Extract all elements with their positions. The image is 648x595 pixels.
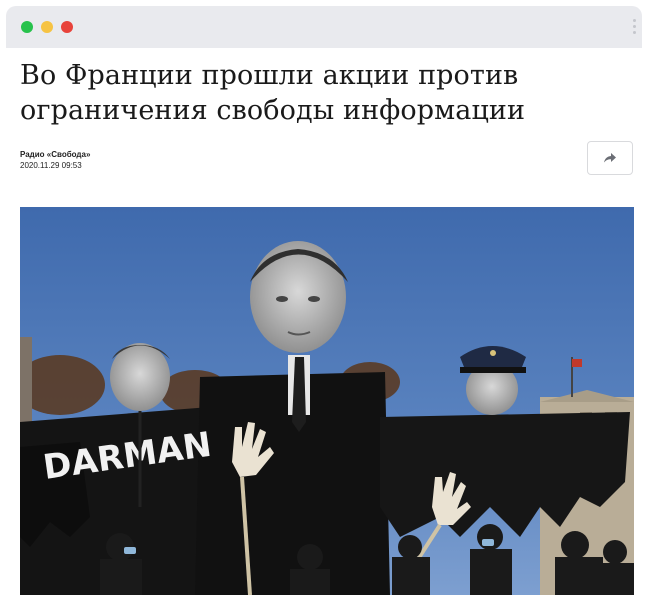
kebab-menu-icon[interactable] bbox=[630, 16, 638, 40]
share-arrow-icon bbox=[604, 153, 616, 163]
article-title: Во Франции прошли акции против ограничен… bbox=[20, 60, 526, 126]
article-photo: DARMAN bbox=[20, 207, 634, 595]
minimize-button[interactable] bbox=[41, 21, 53, 33]
browser-window: Во Франции прошли акции против ограничен… bbox=[0, 0, 648, 595]
article-source[interactable]: Радио «Свобода» bbox=[20, 149, 90, 160]
share-button[interactable] bbox=[587, 141, 633, 175]
window-titlebar bbox=[6, 6, 642, 48]
article-datetime: 2020.11.29 09:53 bbox=[20, 161, 82, 170]
maximize-button[interactable] bbox=[21, 21, 33, 33]
close-button[interactable] bbox=[61, 21, 73, 33]
article-meta: Радио «Свобода» 2020.11.29 09:53 bbox=[20, 149, 90, 171]
